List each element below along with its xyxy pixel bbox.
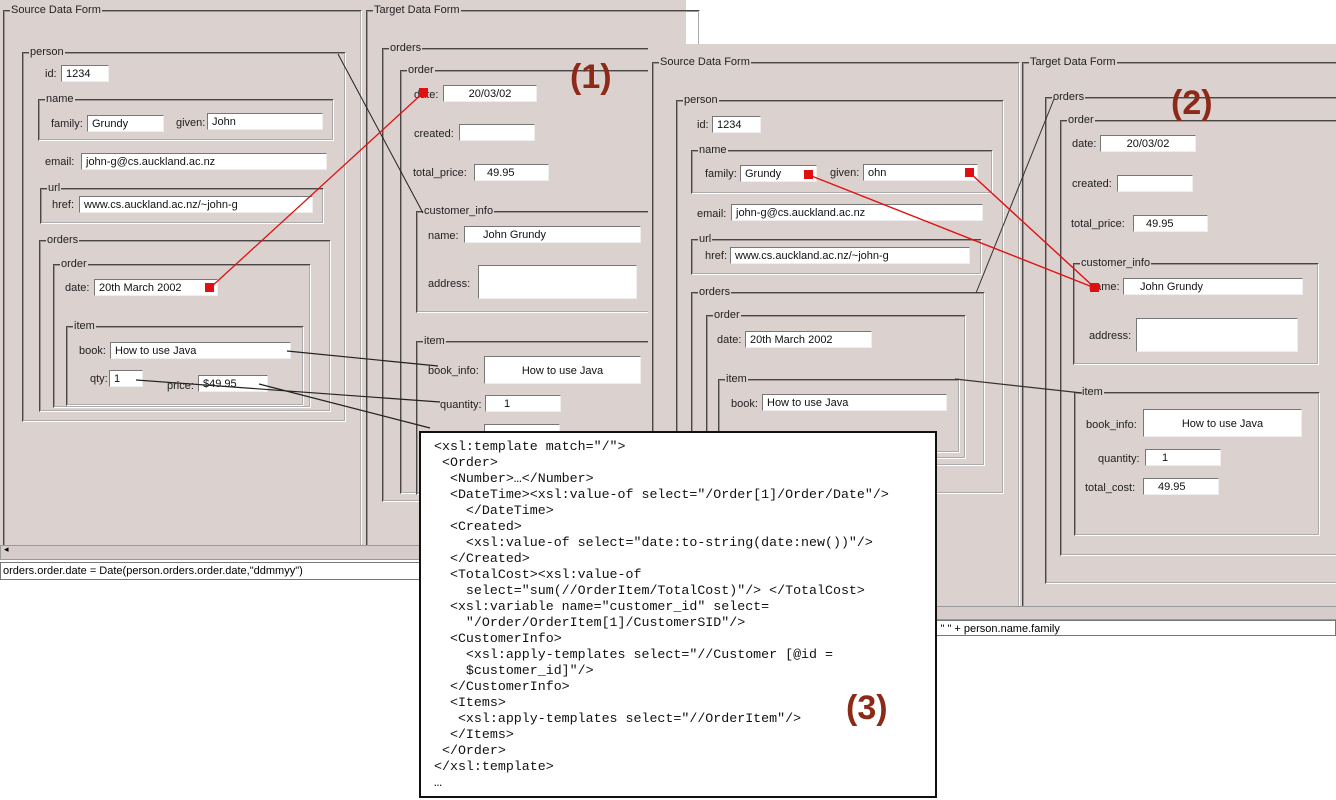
group-label: orders	[1052, 90, 1086, 104]
code-line: <xsl:apply-templates select="//Customer …	[434, 647, 833, 662]
group-label: Source Data Form	[659, 55, 751, 69]
created-label: created:	[1072, 178, 1112, 190]
created-field[interactable]	[1117, 175, 1193, 192]
total-price-label: total_price:	[1071, 218, 1125, 230]
group-label: customer_info	[1080, 256, 1152, 270]
date-label: date:	[717, 334, 742, 346]
group-label: person	[683, 93, 719, 107]
xslt-code-box: <xsl:template match="/"> <Order> <Number…	[419, 431, 937, 798]
code-line: </Created>	[434, 551, 530, 566]
family-label: family:	[705, 168, 737, 180]
group-label: orders	[698, 285, 732, 299]
book-info-field[interactable]: How to use Java	[1143, 409, 1302, 437]
code-line: $customer_id]"/>	[434, 663, 594, 678]
given-field[interactable]: ohn	[863, 164, 978, 181]
code-line: <Order>	[434, 455, 498, 470]
group-label: item	[1081, 385, 1104, 399]
code-line: …	[434, 775, 442, 790]
code-line: <xsl:apply-templates select="//OrderItem…	[434, 711, 802, 726]
connector-line	[286, 350, 439, 367]
connector-line	[337, 53, 424, 214]
href-label: href:	[705, 250, 728, 262]
book-field[interactable]: How to use Java	[762, 394, 947, 411]
book-label: book:	[731, 398, 758, 410]
mapping-handle[interactable]	[965, 168, 974, 177]
group-label: name	[698, 143, 728, 157]
mapping-handle[interactable]	[804, 170, 813, 179]
code-line: <xsl:value-of select="date:to-string(dat…	[434, 535, 873, 550]
book-info-label: book_info:	[1086, 419, 1137, 431]
email-label: email:	[697, 208, 727, 220]
mapping-line	[209, 91, 425, 289]
name-field[interactable]: John Grundy	[1123, 278, 1303, 295]
email-field[interactable]: john-g@cs.auckland.ac.nz	[731, 204, 983, 221]
group-label: Target Data Form	[1029, 55, 1117, 69]
group-label: order	[1067, 113, 1095, 127]
group-label: item	[725, 372, 748, 386]
target-date-field[interactable]: 20/03/02	[1100, 135, 1196, 152]
code-line: <DateTime><xsl:value-of select="/Order[1…	[434, 487, 889, 502]
quantity-field[interactable]: 1	[1145, 449, 1221, 466]
target-date-label: date:	[1072, 138, 1097, 150]
code-line: </Order>	[434, 743, 506, 758]
code-line: </xsl:template>	[434, 759, 554, 774]
code-line: "/Order/OrderItem[1]/CustomerSID"/>	[434, 615, 746, 630]
total-price-field[interactable]: 49.95	[1133, 215, 1208, 232]
total-cost-label: total_cost:	[1085, 482, 1136, 494]
group-label: url	[698, 232, 713, 246]
code-line: <xsl:variable name="customer_id" select=	[434, 599, 770, 614]
code-line: <Items>	[434, 695, 506, 710]
marker-1: (1)	[570, 58, 612, 96]
code-line: <xsl:template match="/">	[434, 439, 626, 454]
code-line: <Number>…</Number>	[434, 471, 594, 486]
id-label: id:	[697, 119, 709, 131]
scroll-left-icon[interactable]: ◂	[4, 544, 9, 555]
code-line: select="sum(//OrderItem/TotalCost)"/> </…	[434, 583, 865, 598]
code-line: <TotalCost><xsl:value-of	[434, 567, 642, 582]
total-cost-field[interactable]: 49.95	[1143, 478, 1219, 495]
address-label: address:	[1089, 330, 1132, 342]
id-field[interactable]: 1234	[712, 116, 761, 133]
marker-3: (3)	[846, 689, 888, 727]
code-line: </DateTime>	[434, 503, 554, 518]
marker-2: (2)	[1171, 84, 1213, 122]
date-field[interactable]: 20th March 2002	[745, 331, 872, 348]
group-label: order	[713, 308, 741, 322]
code-line: </CustomerInfo>	[434, 679, 570, 694]
connector-line	[258, 383, 431, 429]
code-line: <Created>	[434, 519, 522, 534]
quantity-label: quantity:	[1098, 453, 1140, 465]
code-line: </Items>	[434, 727, 514, 742]
given-label: given:	[830, 167, 860, 179]
href-field[interactable]: www.cs.auckland.ac.nz/~john-g	[730, 247, 970, 264]
mapping-handle[interactable]	[1090, 283, 1099, 292]
address-field[interactable]	[1136, 318, 1298, 352]
code-line: <CustomerInfo>	[434, 631, 562, 646]
